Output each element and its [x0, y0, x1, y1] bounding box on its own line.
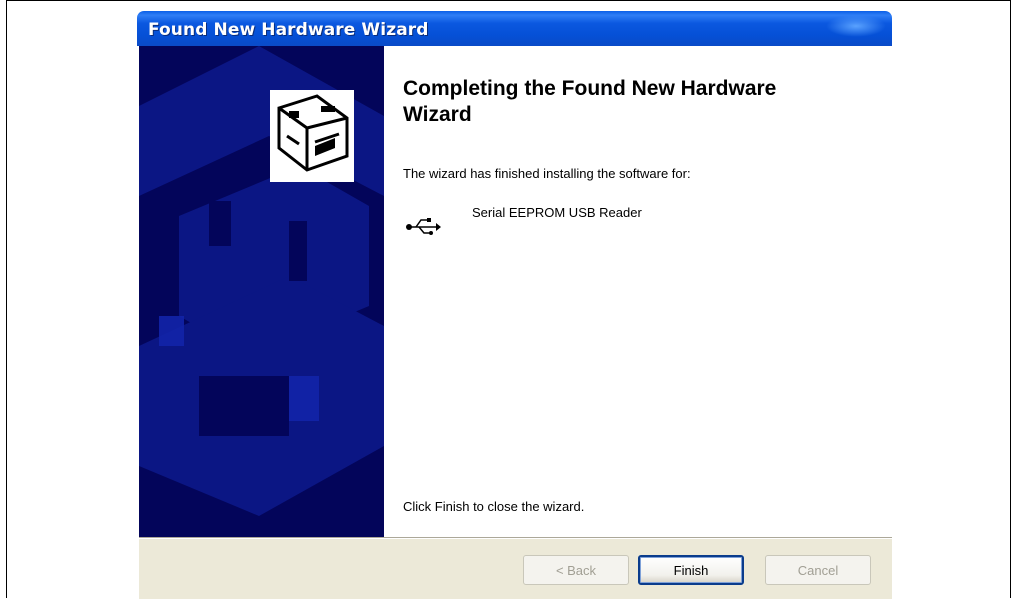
figure-frame-right	[1010, 0, 1011, 598]
wizard-banner	[139, 46, 384, 538]
page-title: Completing the Found New Hardware Wizard	[403, 77, 777, 126]
figure-frame-top	[6, 0, 1011, 1]
status-text: The wizard has finished installing the s…	[403, 166, 691, 181]
button-bar: < Back Finish Cancel	[139, 538, 892, 599]
figure-frame-left	[6, 0, 7, 598]
finish-button[interactable]: Finish	[638, 555, 744, 585]
wizard-window: Found New Hardware Wizard Completing the…	[137, 11, 892, 599]
title-bar-glow	[826, 15, 886, 37]
wizard-content: Completing the Found New Hardware Wizard…	[384, 46, 892, 538]
cancel-button[interactable]: Cancel	[765, 555, 871, 585]
title-bar[interactable]: Found New Hardware Wizard	[137, 11, 892, 46]
back-button[interactable]: < Back	[523, 555, 629, 585]
usb-icon	[406, 218, 441, 235]
close-instruction: Click Finish to close the wizard.	[403, 499, 585, 514]
window-title: Found New Hardware Wizard	[148, 20, 429, 40]
device-name: Serial EEPROM USB Reader	[472, 205, 642, 220]
hardware-watermark-graphic	[139, 46, 384, 516]
